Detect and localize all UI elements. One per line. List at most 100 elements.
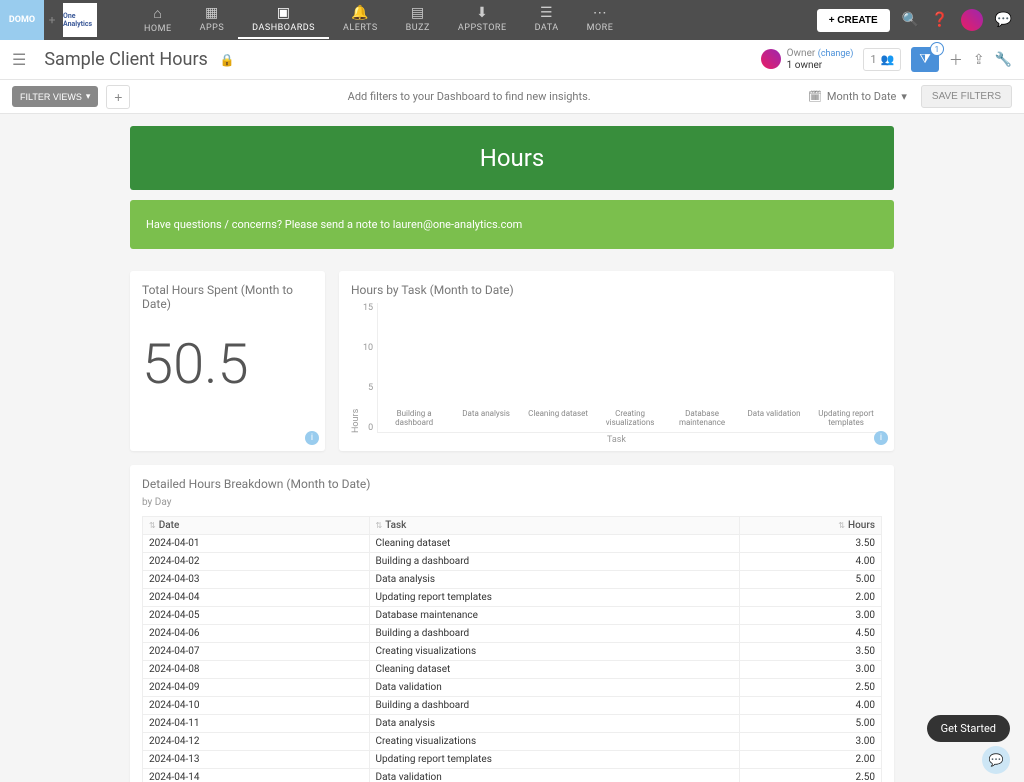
help-icon[interactable]: ❓	[931, 12, 948, 28]
nav-item-home[interactable]: ⌂HOME	[130, 1, 186, 39]
share-icon[interactable]: ⇪	[973, 52, 985, 68]
date-range-selector[interactable]: 🗓 Month to Date ▾	[808, 90, 907, 103]
table-row[interactable]: 2024-04-06Building a dashboard4.50	[143, 625, 882, 643]
domo-logo[interactable]: DOMO	[0, 0, 44, 40]
table-row[interactable]: 2024-04-12Creating visualizations3.00	[143, 733, 882, 751]
breakdown-table: ⇅Date⇅Task⇅Hours 2024-04-01Cleaning data…	[142, 516, 882, 782]
people-count-pill[interactable]: 1 👥	[863, 48, 901, 71]
one-analytics-logo[interactable]: One Analytics	[63, 3, 97, 37]
bar-column[interactable]: Data validation	[742, 406, 806, 432]
hours-by-task-card[interactable]: Hours by Task (Month to Date) Hours 1510…	[339, 271, 894, 451]
table-header[interactable]: ⇅Task	[369, 517, 739, 535]
cell-hours: 3.00	[739, 607, 881, 625]
cell-hours: 3.00	[739, 661, 881, 679]
sort-icon: ⇅	[838, 521, 845, 530]
bar-column[interactable]: Updating report templates	[814, 406, 878, 432]
cell-date: 2024-04-14	[143, 769, 370, 782]
cell-task: Building a dashboard	[369, 553, 739, 571]
owner-label: Owner	[787, 48, 816, 59]
table-row[interactable]: 2024-04-09Data validation2.50	[143, 679, 882, 697]
table-row[interactable]: 2024-04-11Data analysis5.00	[143, 715, 882, 733]
table-row[interactable]: 2024-04-08Cleaning dataset3.00	[143, 661, 882, 679]
save-filters-button[interactable]: SAVE FILTERS	[921, 85, 1012, 108]
table-row[interactable]: 2024-04-13Updating report templates2.00	[143, 751, 882, 769]
lock-icon[interactable]: 🔒	[220, 53, 235, 67]
cell-date: 2024-04-09	[143, 679, 370, 697]
nav-icon: ⬇	[476, 5, 488, 21]
cell-hours: 4.00	[739, 553, 881, 571]
filter-funnel-button[interactable]: ⧩ 1	[911, 47, 939, 72]
cell-hours: 3.50	[739, 643, 881, 661]
table-row[interactable]: 2024-04-02Building a dashboard4.00	[143, 553, 882, 571]
nav-icon: 🔔	[351, 5, 369, 21]
breakdown-table-card[interactable]: Detailed Hours Breakdown (Month to Date)…	[130, 465, 894, 782]
nav-item-more[interactable]: ⋯ MORE	[573, 1, 628, 39]
cell-task: Database maintenance	[369, 607, 739, 625]
chevron-down-icon: ▾	[86, 91, 91, 102]
info-icon[interactable]: i	[305, 431, 319, 445]
nav-label: HOME	[144, 24, 172, 34]
cell-task: Building a dashboard	[369, 625, 739, 643]
cell-task: Data analysis	[369, 571, 739, 589]
nav-item-appstore[interactable]: ⬇APPSTORE	[444, 1, 521, 39]
wrench-icon[interactable]: 🔧	[995, 52, 1012, 68]
bar-column[interactable]: Building a dashboard	[382, 406, 446, 432]
bar-label: Building a dashboard	[382, 410, 446, 432]
nav-item-buzz[interactable]: ▤BUZZ	[392, 1, 444, 39]
table-row[interactable]: 2024-04-03Data analysis5.00	[143, 571, 882, 589]
create-button[interactable]: + CREATE	[817, 9, 890, 32]
nav-label: DATA	[535, 23, 559, 33]
cell-hours: 3.50	[739, 535, 881, 553]
filter-views-label: FILTER VIEWS	[20, 92, 82, 102]
chat-bubble-icon: 💬	[989, 753, 1004, 767]
dashboard-content: Hours Have questions / concerns? Please …	[0, 114, 1024, 782]
menu-icon[interactable]: ☰	[12, 50, 26, 69]
sort-icon: ⇅	[376, 521, 383, 530]
bar-label: Cleaning dataset	[528, 410, 588, 432]
bar-label: Data validation	[748, 410, 801, 432]
cell-hours: 4.00	[739, 697, 881, 715]
nav-item-dashboards[interactable]: ▣DASHBOARDS	[238, 1, 329, 39]
user-avatar[interactable]	[961, 9, 983, 31]
filter-views-button[interactable]: FILTER VIEWS ▾	[12, 86, 98, 107]
table-row[interactable]: 2024-04-07Creating visualizations3.50	[143, 643, 882, 661]
table-row[interactable]: 2024-04-05Database maintenance3.00	[143, 607, 882, 625]
add-icon[interactable]: ＋	[949, 50, 963, 70]
cell-date: 2024-04-10	[143, 697, 370, 715]
search-icon[interactable]: 🔍	[902, 12, 919, 28]
cell-date: 2024-04-01	[143, 535, 370, 553]
owner-block[interactable]: Owner (change) 1 owner	[761, 48, 854, 71]
add-filter-button[interactable]: +	[106, 85, 130, 109]
cell-hours: 2.00	[739, 751, 881, 769]
bar-column[interactable]: Cleaning dataset	[526, 406, 590, 432]
chevron-down-icon: ▾	[901, 90, 907, 103]
nav-icon: ☰	[540, 5, 553, 21]
nav-item-alerts[interactable]: 🔔ALERTS	[329, 1, 392, 39]
table-row[interactable]: 2024-04-04Updating report templates2.00	[143, 589, 882, 607]
table-row[interactable]: 2024-04-10Building a dashboard4.00	[143, 697, 882, 715]
cell-date: 2024-04-07	[143, 643, 370, 661]
table-subtitle: by Day	[142, 497, 882, 508]
y-tick: 5	[363, 383, 373, 393]
owner-change-link[interactable]: (change)	[818, 49, 854, 59]
bar-column[interactable]: Data analysis	[454, 406, 518, 432]
top-nav: DOMO + One Analytics ⌂HOME▦APPS▣DASHBOAR…	[0, 0, 1024, 40]
get-started-button[interactable]: Get Started	[927, 715, 1010, 742]
table-row[interactable]: 2024-04-01Cleaning dataset3.50	[143, 535, 882, 553]
page-header: ☰ Sample Client Hours 🔒 Owner (change) 1…	[0, 40, 1024, 80]
nav-label: MORE	[587, 23, 614, 33]
chat-bubble-button[interactable]: 💬	[982, 746, 1010, 774]
table-title: Detailed Hours Breakdown (Month to Date)	[142, 477, 882, 491]
nav-item-data[interactable]: ☰ DATA	[521, 1, 573, 39]
table-header[interactable]: ⇅Hours	[739, 517, 881, 535]
chat-icon[interactable]: 💬	[995, 12, 1012, 28]
table-header[interactable]: ⇅Date	[143, 517, 370, 535]
total-hours-card[interactable]: Total Hours Spent (Month to Date) 50.5 i	[130, 271, 325, 451]
info-icon[interactable]: i	[874, 431, 888, 445]
bar-column[interactable]: Database maintenance	[670, 406, 734, 432]
table-row[interactable]: 2024-04-14Data validation2.50	[143, 769, 882, 782]
y-tick: 15	[363, 303, 373, 313]
nav-icon: ⋯	[593, 5, 608, 21]
nav-item-apps[interactable]: ▦APPS	[186, 1, 239, 39]
bar-column[interactable]: Creating visualizations	[598, 406, 662, 432]
